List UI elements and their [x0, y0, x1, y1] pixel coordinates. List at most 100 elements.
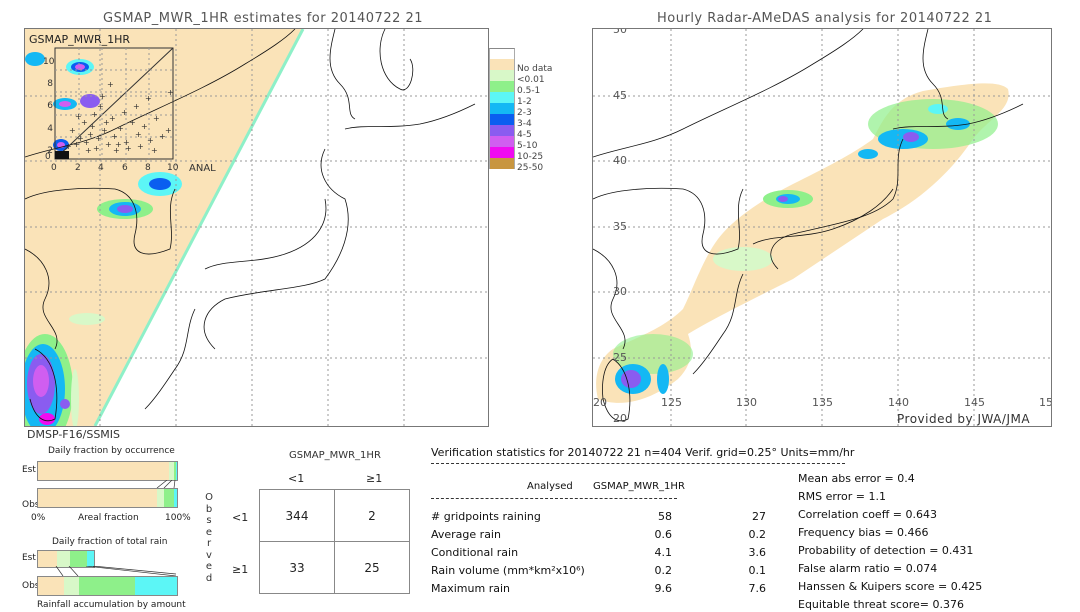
inset-xtick: 0 [51, 163, 57, 173]
inset-xaxis-label: ANAL [189, 163, 216, 174]
total-rain-footer: Rainfall accumulation by amount [37, 600, 186, 610]
inset-ytick: 10 [43, 57, 55, 67]
observed-letter: e [205, 561, 213, 572]
inset-ytick: 4 [47, 123, 53, 134]
verification-analysed: 4.1 [654, 546, 673, 559]
verification-analysed: 9.6 [654, 582, 673, 595]
legend-swatch [489, 70, 515, 81]
inset-dense-points [55, 151, 69, 159]
inset-xtick: 8 [145, 163, 151, 173]
lon-tick-20: 20 [593, 396, 607, 409]
scatter-point: + [93, 144, 100, 153]
verification-header: Verification statistics for 20140722 21 … [431, 446, 855, 459]
legend-item: 3-4 [489, 114, 559, 129]
legend-item: <0.01 [489, 70, 559, 85]
col-model: GSMAP_MWR_1HR [593, 481, 685, 492]
legend-item [489, 48, 559, 60]
total-rain-title: Daily fraction of total rain [52, 537, 168, 547]
legend-item: 10-25 [489, 147, 559, 162]
verification-analysed: 0.2 [654, 564, 673, 577]
observed-letter: s [206, 515, 212, 526]
bar-segment [63, 577, 79, 595]
scatter-point: + [125, 144, 132, 153]
score-item: Mean abs error = 0.4 [798, 472, 915, 485]
scatter-point: + [151, 146, 158, 155]
scatter-point: + [95, 134, 102, 143]
verification-model: 3.6 [748, 546, 767, 559]
scatter-point: + [69, 126, 76, 135]
scatter-point: + [145, 94, 152, 103]
legend-item: 5-10 [489, 136, 559, 151]
lon-tick: 140 [888, 396, 909, 409]
observed-letter: b [205, 503, 213, 515]
legend-item: 4-5 [489, 125, 559, 140]
lat-tick-50: 50 [613, 28, 627, 36]
contingency-col-lt: <1 [288, 472, 305, 485]
scatter-point: + [137, 142, 144, 151]
right-map-title: Hourly Radar-AMeDAS analysis for 2014072… [657, 11, 993, 26]
occurrence-x-label: Areal fraction [78, 513, 139, 523]
inset-xtick: 4 [98, 163, 104, 173]
score-item: Equitable threat score= 0.376 [798, 598, 964, 611]
right-map: 50 45 40 35 30 25 20 20 125 130 135 140 … [592, 28, 1052, 427]
legend-item: 1-2 [489, 92, 559, 107]
data-credit: Provided by JWA/JMA [897, 412, 1031, 426]
legend-swatch [489, 59, 515, 70]
cell-obs-ge-est-lt: 33 [259, 541, 335, 594]
left-map: + + + + + + + + + + + + + + + + + + + + + + + + + + + + + + + + + + + + + + + … [24, 28, 489, 427]
score-item: False alarm ratio = 0.074 [798, 562, 938, 575]
total-rain-est-label: Est [22, 553, 36, 563]
inset-ytick: 6 [47, 101, 53, 112]
inset-model-label: GSMAP_MWR_1HR [29, 33, 131, 46]
score-item: RMS error = 1.1 [798, 490, 886, 503]
col-analysed: Analysed [527, 481, 573, 492]
occurrence-x-min: 0% [31, 513, 46, 523]
lat-tick: 30 [613, 285, 627, 298]
satellite-label: DMSP-F16/SSMIS [27, 428, 121, 441]
lon-tick: 130 [736, 396, 757, 409]
scatter-point: + [75, 112, 82, 121]
bar-segment [38, 462, 169, 480]
scatter-point: + [147, 136, 154, 145]
bar-segment [135, 577, 177, 595]
occurrence-obs-bar [37, 488, 178, 508]
verification-label: Average rain [431, 528, 501, 541]
bar-segment [176, 462, 177, 480]
verification-label: Conditional rain [431, 546, 519, 559]
contingency-col-ge: ≥1 [366, 472, 383, 485]
bar-segment [163, 489, 175, 507]
occurrence-title: Daily fraction by occurrence [48, 446, 175, 456]
scatter-point: + [97, 102, 104, 111]
scatter-point: + [85, 146, 92, 155]
rain-legend: No data <0.01 0.5-1 1-2 2-3 3-4 4-5 5-10 10-25 25… [489, 48, 559, 173]
cell-obs-ge-est-ge: 25 [334, 541, 410, 594]
header-divider [431, 463, 845, 464]
lat-tick: 35 [613, 220, 627, 233]
observed-letter: O [205, 492, 213, 503]
legend-item: No data [489, 59, 559, 74]
radar-coverage [596, 83, 1009, 403]
verification-model: 7.6 [748, 582, 767, 595]
left-map-canvas: + ++ ++ ++++++++++++++++++++++ + + ++++ ++ + +++ [25, 29, 488, 426]
scatter-point: + [129, 118, 136, 127]
legend-item: 25-50 [489, 158, 559, 173]
scatter-point: + [105, 140, 112, 149]
bar-segment [69, 551, 87, 567]
score-item: Frequency bias = 0.466 [798, 526, 929, 539]
score-item: Hanssen & Kuipers score = 0.425 [798, 580, 983, 593]
legend-swatch [489, 158, 515, 169]
occurrence-est-label: Est [22, 465, 36, 475]
lat-tick: 20 [613, 412, 627, 425]
scatter-point: + [107, 80, 114, 89]
legend-item: 2-3 [489, 103, 559, 118]
lat-tick: 45 [613, 89, 627, 102]
legend-swatch [489, 125, 515, 136]
lon-tick: 135 [812, 396, 833, 409]
inset-xtick: 6 [122, 163, 128, 173]
score-item: Probability of detection = 0.431 [798, 544, 974, 557]
scatter-point: + [103, 118, 110, 127]
observed-letter: e [205, 526, 213, 538]
scatter-point: + [135, 130, 142, 139]
scatter-point: + [99, 92, 106, 101]
verification-label: Maximum rain [431, 582, 510, 595]
